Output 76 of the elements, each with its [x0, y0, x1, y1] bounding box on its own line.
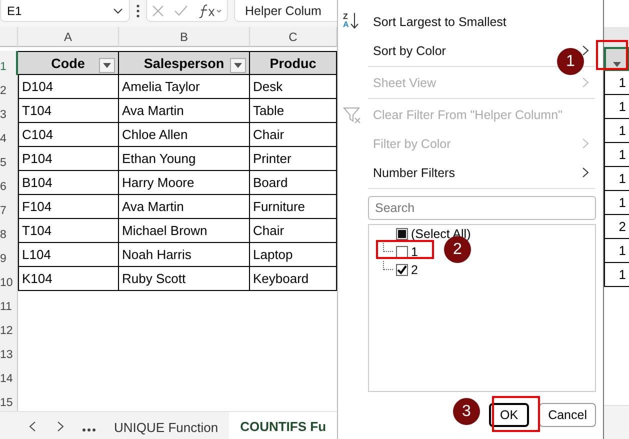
row-header[interactable]: 11: [0, 291, 18, 315]
table-cell: Michael Brown: [119, 219, 250, 243]
table-cell: T104: [18, 219, 119, 243]
table-cell: T104: [18, 99, 119, 123]
row-header[interactable]: 8: [0, 219, 18, 243]
menu-item[interactable]: Sort by Color: [373, 44, 446, 58]
highlight-frame: [596, 40, 628, 70]
row-header[interactable]: 12: [0, 315, 18, 339]
filter-arrow-icon: [234, 63, 242, 68]
header-cell: Produc: [250, 51, 337, 75]
table-cell: 1: [604, 95, 629, 119]
header-cell: Code: [18, 51, 119, 75]
value-label[interactable]: 1: [411, 245, 418, 259]
column-header[interactable]: C: [250, 27, 337, 47]
clear-filter-icon: [343, 105, 363, 125]
table-cell: Noah Harris: [119, 243, 250, 267]
value-label[interactable]: 2: [411, 263, 418, 277]
table-cell: P104: [18, 147, 119, 171]
table-cell: Ava Martin: [119, 195, 250, 219]
search-field[interactable]: Search: [368, 196, 596, 220]
filter-button[interactable]: [230, 58, 246, 73]
checkbox[interactable]: [396, 228, 408, 240]
table-cell: Chloe Allen: [119, 123, 250, 147]
table-cell: Ava Martin: [119, 99, 250, 123]
table-cell: 1: [604, 143, 629, 167]
ok-button[interactable]: OK: [489, 403, 530, 427]
header-cell: Salesperson: [119, 51, 250, 75]
row-header[interactable]: 1: [0, 51, 18, 75]
checkbox[interactable]: [396, 246, 408, 258]
more-icon[interactable]: [136, 4, 140, 18]
name-box[interactable]: E1: [0, 0, 130, 22]
cancel-button[interactable]: Cancel: [539, 403, 596, 427]
table-cell: 1: [604, 263, 629, 287]
sheet-tab[interactable]: UNIQUE Function: [103, 412, 230, 439]
table-cell: C104: [18, 123, 119, 147]
table-cell: K104: [18, 267, 119, 291]
table-cell: 1: [604, 191, 629, 215]
table-cell: L104: [18, 243, 119, 267]
row-header[interactable]: 9: [0, 243, 18, 267]
column-header[interactable]: B: [119, 27, 250, 47]
function-icon[interactable]: [198, 4, 222, 18]
sheet-tab[interactable]: COUNTIFS Fu: [229, 412, 338, 439]
table-cell: 1: [604, 167, 629, 191]
row-header[interactable]: 15: [0, 387, 18, 411]
checkbox[interactable]: [396, 264, 408, 276]
formula-field[interactable]: Helper Colum: [234, 0, 337, 22]
table-cell: 2: [604, 215, 629, 239]
row-header[interactable]: 5: [0, 147, 18, 171]
row-header[interactable]: 6: [0, 171, 18, 195]
table-cell: 1: [604, 119, 629, 143]
row-header[interactable]: 2: [0, 75, 18, 99]
table-cell: D104: [18, 75, 119, 99]
filter-arrow-icon: [612, 62, 620, 67]
table-cell: Amelia Taylor: [119, 75, 250, 99]
column-header[interactable]: A: [18, 27, 119, 47]
row-header[interactable]: 10: [0, 267, 18, 291]
row-header[interactable]: 14: [0, 363, 18, 387]
table-cell: F104: [18, 195, 119, 219]
table-cell: B104: [18, 171, 119, 195]
table-cell: Harry Moore: [119, 171, 250, 195]
filter-button[interactable]: [99, 58, 115, 73]
table-cell: Ruby Scott: [119, 267, 250, 291]
table-cell: 1: [604, 71, 629, 95]
table-cell: 1: [604, 239, 629, 263]
menu-item[interactable]: Sort Largest to Smallest: [373, 14, 506, 28]
highlight-frame: [376, 240, 434, 259]
row-header[interactable]: 7: [0, 195, 18, 219]
table-cell: Ethan Young: [119, 147, 250, 171]
row-header[interactable]: 13: [0, 339, 18, 363]
check-icon[interactable]: [174, 4, 188, 16]
chevron-icon: [113, 8, 123, 14]
row-header[interactable]: 4: [0, 123, 18, 147]
menu-item[interactable]: Number Filters: [373, 166, 455, 180]
filter-arrow-icon: [103, 63, 111, 68]
row-header[interactable]: 3: [0, 99, 18, 123]
highlight-frame: [492, 396, 540, 432]
